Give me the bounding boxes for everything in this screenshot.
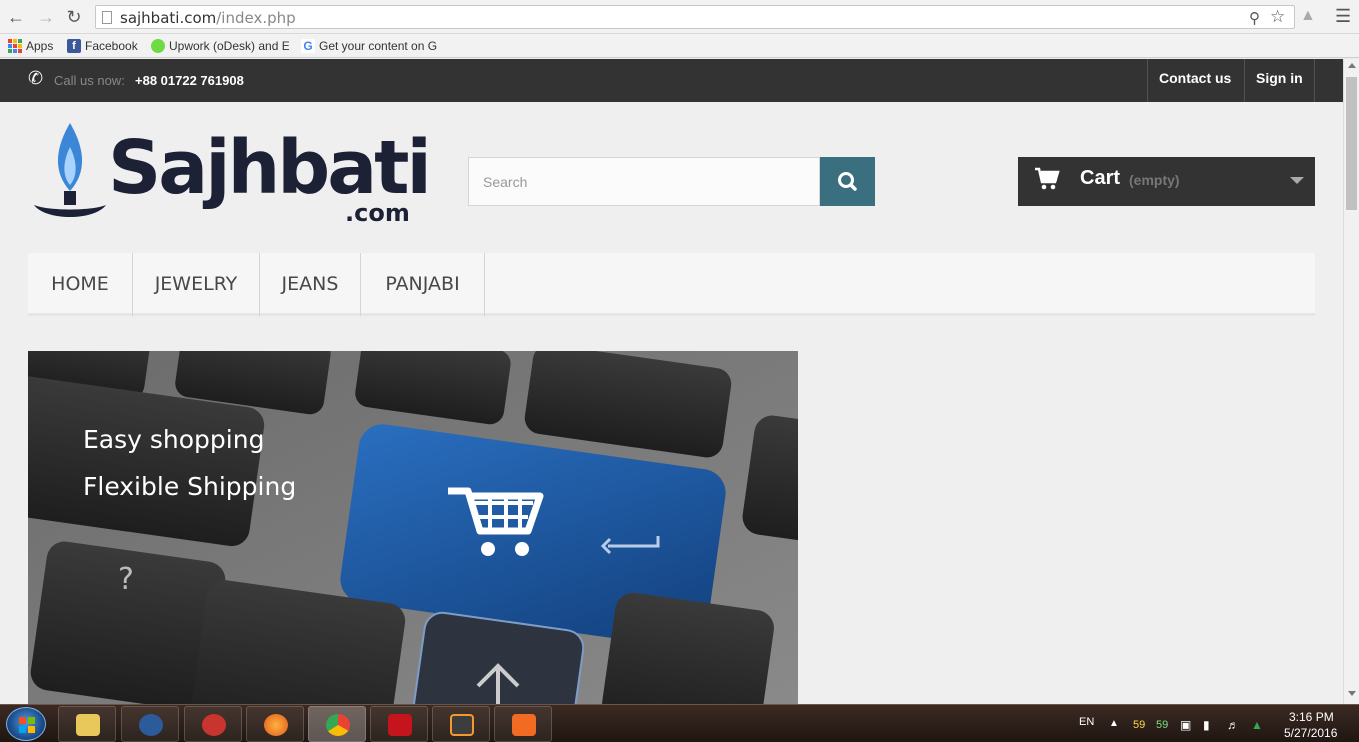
bookmarks-bar: Apps f Facebook Upwork (oDesk) and E G G… (0, 34, 1359, 58)
shopping-cart-icon (1035, 167, 1060, 190)
taskbar-firefox[interactable] (246, 706, 304, 742)
chrome-icon (326, 714, 350, 736)
media-player-icon (139, 714, 163, 736)
facebook-icon: f (67, 39, 81, 53)
zoom-icon[interactable]: ⚲ (1249, 9, 1260, 27)
drive-icon[interactable]: ▲ (1251, 718, 1263, 732)
top-bar: ✆ Call us now: +88 01722 761908 Contact … (0, 59, 1343, 102)
address-bar[interactable]: sajhbati.com/index.php ⚲ ☆ (95, 5, 1295, 29)
bookmark-label: Upwork (oDesk) and E (169, 39, 289, 53)
scissors-icon (202, 714, 226, 736)
banner-line-2: Flexible Shipping (83, 472, 297, 501)
firefox-icon (264, 714, 288, 736)
contact-us-link[interactable]: Contact us (1147, 59, 1242, 102)
browser-toolbar: ← → ↻ sajhbati.com/index.php ⚲ ☆ ▲ ☰ (0, 0, 1359, 34)
back-arrow-icon[interactable]: ← (6, 7, 26, 27)
network-icon[interactable]: ▮ (1203, 718, 1210, 732)
show-hidden-icons[interactable]: ▲ (1109, 718, 1119, 729)
star-icon[interactable]: ☆ (1270, 7, 1285, 27)
chrome-menu-icon[interactable]: ☰ (1335, 6, 1351, 27)
cart-status: (empty) (1129, 172, 1180, 188)
clock-date[interactable]: 5/27/2016 (1284, 726, 1337, 740)
folder-icon (76, 714, 100, 736)
page-scrollbar[interactable] (1343, 59, 1359, 704)
temp-indicator-2: 59 (1156, 719, 1169, 731)
bookmark-label: Apps (26, 39, 54, 53)
call-number: +88 01722 761908 (135, 73, 244, 88)
taskbar-media[interactable] (121, 706, 179, 742)
keyboard-cart-image: ? (28, 351, 798, 704)
cart-label: Cart (1080, 167, 1121, 189)
clock-time[interactable]: 3:16 PM (1289, 710, 1334, 724)
page-icon (102, 11, 112, 24)
taskbar-chrome[interactable] (308, 706, 366, 742)
call-label: Call us now: (54, 73, 125, 88)
phone-icon: ✆ (28, 68, 44, 88)
taskbar-snipping[interactable] (184, 706, 242, 742)
volume-icon[interactable]: ♬ (1227, 718, 1239, 732)
sign-in-link[interactable]: Sign in (1244, 59, 1315, 102)
taskbar-acrobat[interactable] (370, 706, 428, 742)
bookmark-label: Get your content on G (319, 39, 438, 53)
search-field[interactable] (468, 157, 820, 206)
chevron-down-icon (1290, 177, 1304, 184)
search-button[interactable] (820, 157, 875, 206)
lamp-logo-icon (34, 123, 106, 217)
acrobat-icon (388, 714, 412, 736)
drive-extension-icon[interactable]: ▲ (1300, 7, 1316, 25)
site-logo[interactable]: Sajhbati .com (30, 119, 432, 231)
windows-logo-icon (19, 717, 35, 733)
taskbar-sublime[interactable] (432, 706, 490, 742)
menu-item-jeans[interactable]: JEANS (260, 253, 361, 316)
forward-arrow-icon[interactable]: → (36, 7, 56, 27)
taskbar-xampp[interactable] (494, 706, 552, 742)
svg-text:?: ? (118, 562, 134, 597)
cart-block[interactable]: Cart (empty) (1018, 157, 1315, 206)
scroll-down-arrow-icon[interactable] (1348, 691, 1356, 696)
url-text[interactable]: sajhbati.com/index.php (120, 9, 296, 27)
language-indicator[interactable]: EN (1079, 716, 1094, 728)
main-menu: HOME JEWELRY JEANS PANJABI (28, 253, 1315, 316)
website-viewport: ✆ Call us now: +88 01722 761908 Contact … (0, 59, 1343, 704)
bookmark-facebook[interactable]: f Facebook (67, 37, 143, 55)
taskbar-explorer[interactable] (58, 706, 116, 742)
temp-indicator-1: 59 (1133, 719, 1146, 731)
scroll-up-arrow-icon[interactable] (1348, 63, 1356, 68)
scroll-thumb[interactable] (1346, 77, 1357, 210)
xampp-icon (512, 714, 536, 736)
search-icon (838, 172, 857, 191)
menu-item-home[interactable]: HOME (28, 253, 133, 316)
slider-banner[interactable]: ? Easy shopping Flexible Shipping (28, 351, 798, 704)
apps-grid-icon (8, 39, 22, 53)
upwork-icon (151, 39, 165, 53)
sublime-icon (450, 714, 474, 736)
reload-icon[interactable]: ↻ (64, 7, 84, 27)
bookmark-apps[interactable]: Apps (8, 37, 60, 55)
bookmark-upwork[interactable]: Upwork (oDesk) and E (151, 37, 289, 55)
bookmark-label: Facebook (85, 39, 138, 53)
sync-icon[interactable]: ▣ (1180, 718, 1191, 732)
search-input[interactable] (469, 158, 819, 205)
banner-line-1: Easy shopping (83, 425, 265, 454)
windows-taskbar: EN ▲ 59 59 ▣ ▮ ♬ ▲ 3:16 PM 5/27/2016 (0, 704, 1359, 742)
logo-suffix: .com (345, 199, 410, 227)
start-button[interactable] (6, 707, 46, 741)
bookmark-google[interactable]: G Get your content on G (301, 37, 439, 55)
menu-item-panjabi[interactable]: PANJABI (361, 253, 485, 316)
google-icon: G (301, 39, 315, 53)
menu-item-jewelry[interactable]: JEWELRY (133, 253, 260, 316)
